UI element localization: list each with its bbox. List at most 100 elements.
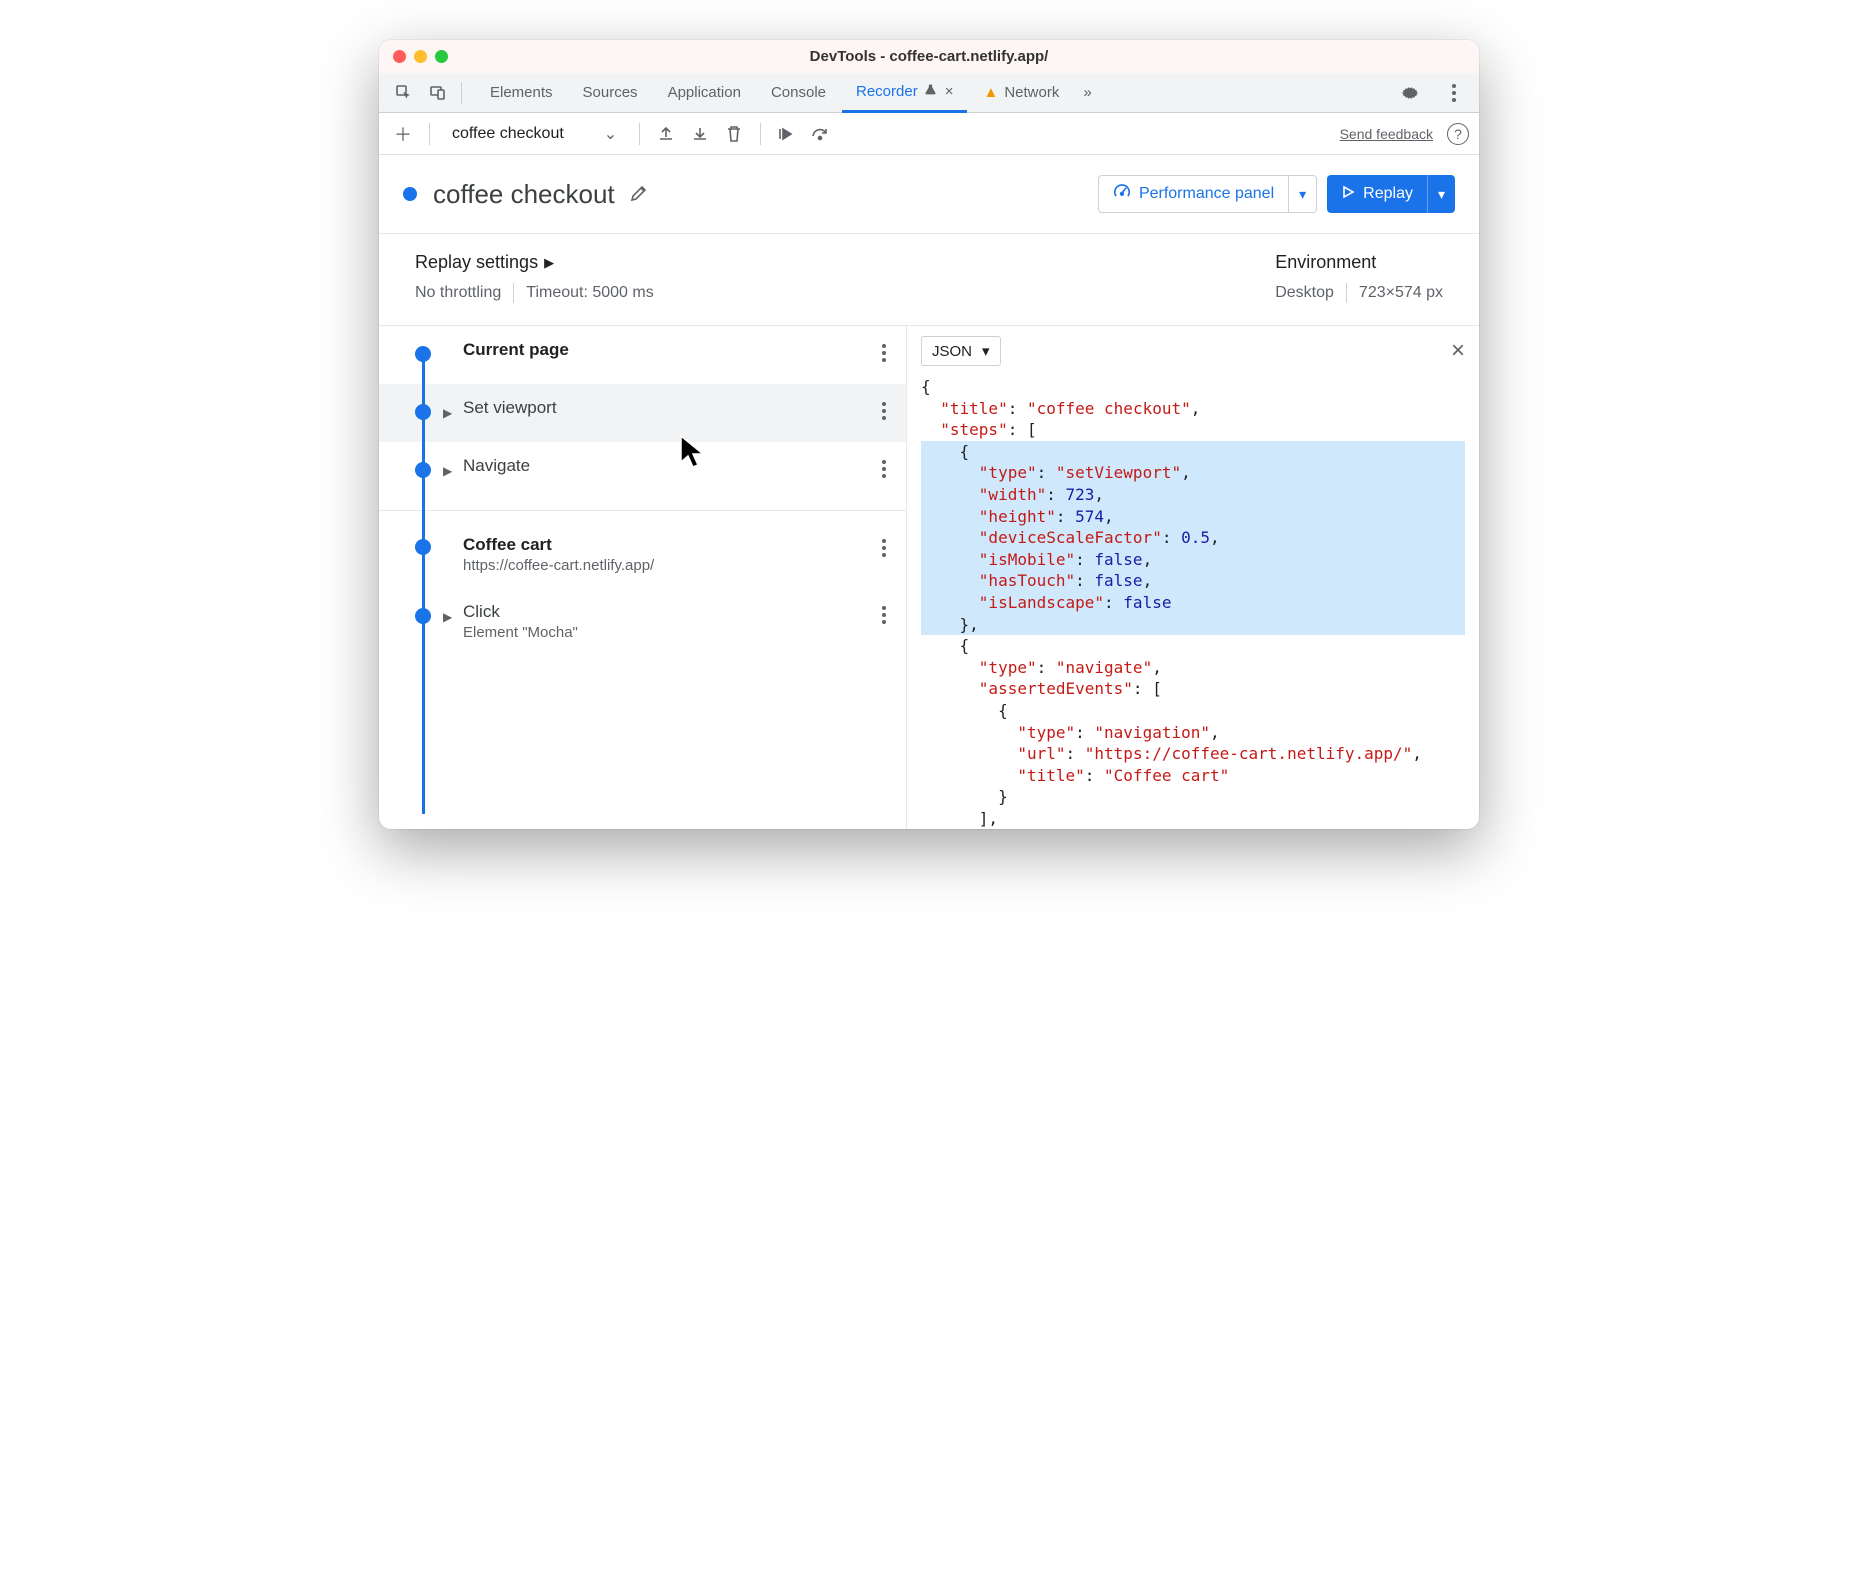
divider — [639, 123, 640, 145]
device-value: Desktop — [1275, 284, 1334, 302]
help-icon[interactable]: ? — [1447, 123, 1469, 145]
gauge-icon — [1113, 183, 1131, 206]
zoom-window-button[interactable] — [435, 50, 448, 63]
timeline-dot — [415, 404, 431, 420]
replay-settings[interactable]: Replay settings ▶ No throttling Timeout:… — [415, 252, 654, 303]
json-title: coffee checkout — [1037, 399, 1182, 418]
tab-label: Console — [771, 84, 826, 101]
warning-icon: ▲ — [983, 84, 998, 101]
tab-elements[interactable]: Elements — [476, 73, 567, 113]
code-body[interactable]: { "title": "coffee checkout", "steps": [… — [921, 372, 1465, 829]
step-navigate[interactable]: ▶ Navigate — [379, 442, 906, 500]
chevron-right-icon: ▶ — [443, 464, 452, 478]
tab-sources[interactable]: Sources — [569, 73, 652, 113]
n-evtype: navigation — [1104, 723, 1200, 742]
n-url: https://coffee-cart.netlify.app/ — [1094, 744, 1402, 763]
chevron-down-icon: ▾ — [982, 342, 990, 360]
tab-label: Recorder — [856, 83, 918, 100]
main-content: Current page ▶ Set viewport ▶ Navigate C… — [379, 326, 1479, 829]
kebab-menu-icon[interactable] — [1437, 76, 1471, 110]
v-height: 574 — [1075, 507, 1104, 526]
chevron-right-icon: ▶ — [443, 610, 452, 624]
close-tab-icon[interactable]: × — [945, 83, 954, 100]
tab-recorder[interactable]: Recorder × — [842, 73, 967, 113]
send-feedback-link[interactable]: Send feedback — [1340, 126, 1433, 142]
close-code-panel-icon[interactable]: × — [1451, 337, 1465, 365]
recording-selector[interactable]: coffee checkout ⌄ — [442, 124, 627, 144]
step-menu-icon[interactable] — [882, 402, 886, 420]
code-header: JSON ▾ × — [921, 336, 1465, 366]
timeline-dot — [415, 346, 431, 362]
v-width: 723 — [1066, 485, 1095, 504]
format-selector[interactable]: JSON ▾ — [921, 336, 1001, 366]
recorder-toolbar: ＋ coffee checkout ⌄ Send feedback ? — [379, 113, 1479, 155]
step-subtitle: https://coffee-cart.netlify.app/ — [463, 557, 654, 574]
timeline-line — [422, 354, 425, 814]
step-title: Set viewport — [463, 398, 557, 418]
v-type: setViewport — [1066, 463, 1172, 482]
panel-tabs: Elements Sources Application Console Rec… — [476, 73, 1393, 113]
timeline-dot — [415, 462, 431, 478]
chevron-down-icon: ⌄ — [604, 124, 617, 144]
step-coffee-cart[interactable]: Coffee cart https://coffee-cart.netlify.… — [379, 511, 906, 588]
step-over-icon[interactable] — [773, 120, 801, 148]
tab-console[interactable]: Console — [757, 73, 840, 113]
import-icon[interactable] — [686, 120, 714, 148]
window-titlebar: DevTools - coffee-cart.netlify.app/ — [379, 40, 1479, 73]
tab-label: Application — [668, 84, 741, 101]
delete-icon[interactable] — [720, 120, 748, 148]
status-indicator — [403, 187, 417, 201]
divider — [1346, 283, 1347, 303]
divider — [461, 82, 462, 104]
tab-label: Elements — [490, 84, 553, 101]
step-set-viewport[interactable]: ▶ Set viewport — [379, 384, 906, 442]
divider — [760, 123, 761, 145]
traffic-lights — [393, 50, 448, 63]
environment-label: Environment — [1275, 252, 1443, 273]
step-menu-icon[interactable] — [882, 606, 886, 624]
n-title: Coffee cart — [1114, 766, 1220, 785]
tab-network[interactable]: ▲ Network — [969, 73, 1073, 113]
recording-header: coffee checkout Performance panel ▾ — [379, 155, 1479, 234]
timeline-dot — [415, 539, 431, 555]
n-type: navigate — [1066, 658, 1143, 677]
replay-dropdown[interactable]: ▾ — [1427, 175, 1455, 213]
devtools-tabstrip: Elements Sources Application Console Rec… — [379, 73, 1479, 113]
button-label: Performance panel — [1139, 185, 1274, 203]
tab-label: Network — [1004, 84, 1059, 101]
edit-title-icon[interactable] — [629, 183, 649, 206]
more-tabs[interactable]: » — [1075, 73, 1099, 113]
step-menu-icon[interactable] — [882, 344, 886, 362]
step-menu-icon[interactable] — [882, 539, 886, 557]
inspect-icon[interactable] — [387, 76, 421, 110]
step-title: Click — [463, 602, 578, 622]
settings-gear-icon[interactable] — [1393, 76, 1427, 110]
close-window-button[interactable] — [393, 50, 406, 63]
step-icon[interactable] — [807, 120, 835, 148]
v-landscape: false — [1123, 593, 1171, 612]
chevron-right-icon: ▶ — [544, 255, 554, 271]
export-icon[interactable] — [652, 120, 680, 148]
device-toggle-icon[interactable] — [421, 76, 455, 110]
button-label: Replay — [1363, 185, 1413, 203]
step-subtitle: Element "Mocha" — [463, 624, 578, 641]
recording-title: coffee checkout — [433, 179, 615, 210]
step-title: Current page — [463, 340, 569, 360]
perf-dropdown[interactable]: ▾ — [1289, 175, 1317, 213]
code-panel: JSON ▾ × { "title": "coffee checkout", "… — [907, 326, 1479, 829]
tab-label: Sources — [583, 84, 638, 101]
window-title: DevTools - coffee-cart.netlify.app/ — [379, 48, 1479, 65]
minimize-window-button[interactable] — [414, 50, 427, 63]
performance-panel-button[interactable]: Performance panel — [1098, 175, 1289, 213]
step-title: Navigate — [463, 456, 530, 476]
environment-info: Environment Desktop 723×574 px — [1275, 252, 1443, 303]
flask-icon — [924, 83, 937, 100]
tab-application[interactable]: Application — [654, 73, 755, 113]
new-recording-button[interactable]: ＋ — [389, 121, 417, 147]
replay-button[interactable]: Replay — [1327, 175, 1427, 213]
steps-timeline: Current page ▶ Set viewport ▶ Navigate C… — [379, 326, 907, 829]
step-click[interactable]: ▶ Click Element "Mocha" — [379, 588, 906, 655]
step-current-page[interactable]: Current page — [379, 326, 906, 384]
step-menu-icon[interactable] — [882, 460, 886, 478]
chevron-right-icon: ▶ — [443, 406, 452, 420]
